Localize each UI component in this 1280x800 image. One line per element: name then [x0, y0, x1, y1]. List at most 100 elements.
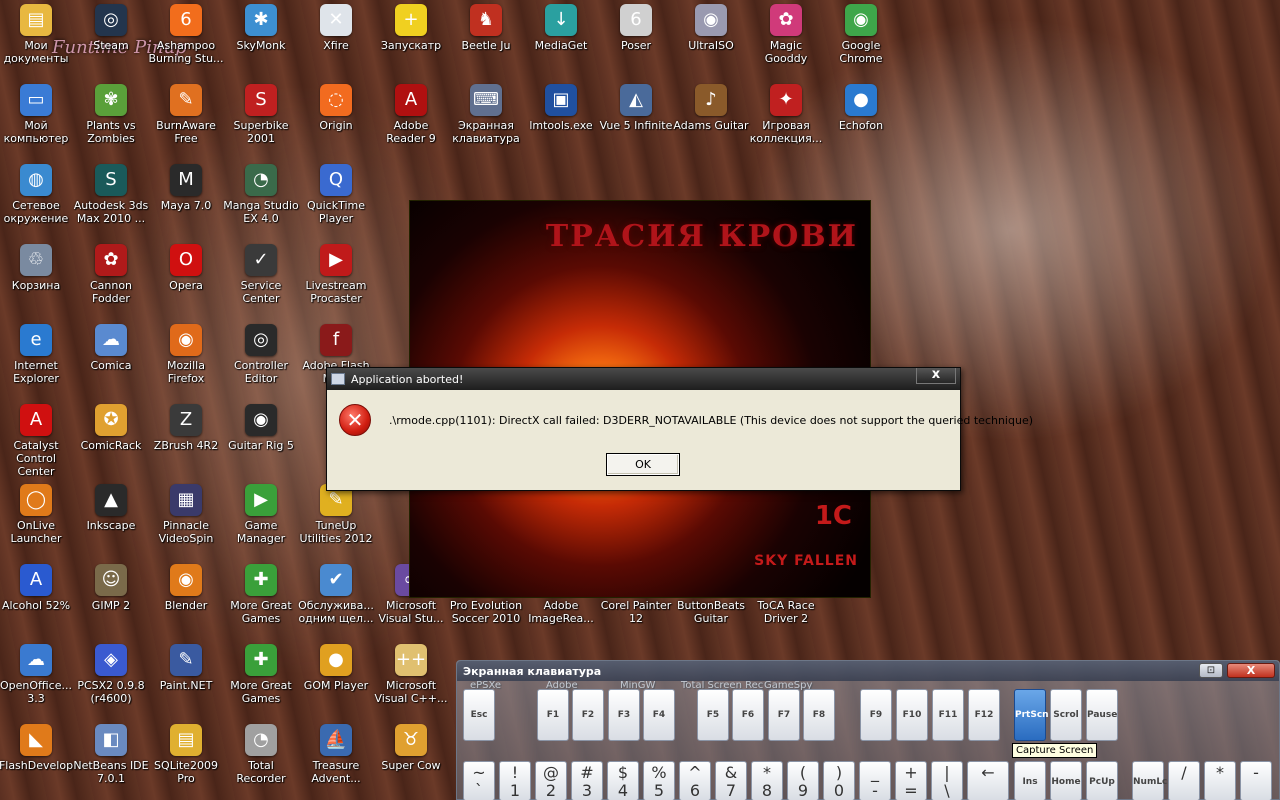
- key-number-row[interactable]: ^ 6: [679, 761, 711, 800]
- key-f12[interactable]: F12: [968, 689, 1000, 741]
- desktop-shortcut[interactable]: e Internet Explorer: [0, 322, 74, 385]
- desktop-shortcut[interactable]: ✔ Обслужива... одним щел...: [298, 562, 374, 625]
- desktop-shortcut[interactable]: ▲ Inkscape: [73, 482, 149, 532]
- key-number-row[interactable]: NumLc: [1132, 761, 1167, 800]
- desktop-shortcut[interactable]: ● GOM Player: [298, 642, 374, 692]
- desktop-shortcut[interactable]: ▣ lmtools.exe: [523, 82, 599, 132]
- desktop-shortcut[interactable]: A Adobe Reader 9: [373, 82, 449, 145]
- key-number-row[interactable]: | \: [931, 761, 963, 800]
- key-f4[interactable]: F4: [643, 689, 675, 741]
- desktop-shortcut[interactable]: ▦ Pinnacle VideoSpin: [148, 482, 224, 545]
- key-number-row[interactable]: ~ `: [463, 761, 495, 800]
- keyboard-titlebar[interactable]: Экранная клавиатура: [457, 661, 1279, 681]
- desktop-shortcut[interactable]: ▶ Livestream Procaster: [298, 242, 374, 305]
- key-number-row[interactable]: -: [1240, 761, 1272, 800]
- key-number-row[interactable]: ←: [967, 761, 1009, 800]
- desktop-shortcut[interactable]: ✿ Cannon Fodder: [73, 242, 149, 305]
- key-f1[interactable]: F1: [537, 689, 569, 741]
- desktop-shortcut[interactable]: ◍ Сетевое окружение: [0, 162, 74, 225]
- desktop-shortcut[interactable]: ⛵ Treasure Advent...: [298, 722, 374, 785]
- desktop-shortcut[interactable]: M Maya 7.0: [148, 162, 224, 212]
- key-pause[interactable]: Pause: [1086, 689, 1118, 741]
- desktop-shortcut[interactable]: ✕ Xfire: [298, 2, 374, 52]
- desktop-shortcut[interactable]: ☁ OpenOffice... 3.3: [0, 642, 74, 705]
- key-f2[interactable]: F2: [572, 689, 604, 741]
- key-f11[interactable]: F11: [932, 689, 964, 741]
- desktop-shortcut[interactable]: A Alcohol 52%: [0, 562, 74, 612]
- key-esc[interactable]: Esc: [463, 689, 495, 741]
- ok-button[interactable]: OK: [606, 453, 680, 476]
- key-f9[interactable]: F9: [860, 689, 892, 741]
- key-f6[interactable]: F6: [732, 689, 764, 741]
- desktop-shortcut[interactable]: ◉ Guitar Rig 5: [223, 402, 299, 452]
- desktop-shortcut[interactable]: 6 Ashampoo Burning Stu...: [148, 2, 224, 65]
- desktop-shortcut[interactable]: ✿ Magic Gooddy: [748, 2, 824, 65]
- desktop-shortcut[interactable]: + Запускатр: [373, 2, 449, 52]
- key-number-row[interactable]: *: [1204, 761, 1236, 800]
- desktop-shortcut[interactable]: ⌨ Экранная клавиатура: [448, 82, 524, 145]
- desktop-shortcut[interactable]: ♲ Корзина: [0, 242, 74, 292]
- key-f3[interactable]: F3: [608, 689, 640, 741]
- desktop-shortcut[interactable]: ▭ Мой компьютер: [0, 82, 74, 145]
- desktop-shortcut[interactable]: ◣ FlashDevelop: [0, 722, 74, 772]
- desktop-shortcut[interactable]: ✚ More Great Games: [223, 562, 299, 625]
- desktop-shortcut[interactable]: ✎ BurnAware Free: [148, 82, 224, 145]
- key-number-row[interactable]: ) 0: [823, 761, 855, 800]
- desktop-shortcut[interactable]: ☁ Comica: [73, 322, 149, 372]
- desktop-shortcut[interactable]: ◉ Mozilla Firefox: [148, 322, 224, 385]
- desktop-shortcut[interactable]: ++ Microsoft Visual C++...: [373, 642, 449, 705]
- desktop-shortcut[interactable]: ✓ Service Center: [223, 242, 299, 305]
- dialog-close-button[interactable]: x: [916, 368, 956, 384]
- key-f10[interactable]: F10: [896, 689, 928, 741]
- key-number-row[interactable]: _ -: [859, 761, 891, 800]
- desktop-shortcut[interactable]: Z ZBrush 4R2: [148, 402, 224, 452]
- desktop-shortcut[interactable]: ▤ Мои документы: [0, 2, 74, 65]
- desktop-shortcut[interactable]: S Autodesk 3ds Max 2010 ...: [73, 162, 149, 225]
- desktop-shortcut[interactable]: A Catalyst Control Center: [0, 402, 74, 478]
- key-number-row[interactable]: & 7: [715, 761, 747, 800]
- desktop-shortcut[interactable]: Q QuickTime Player: [298, 162, 374, 225]
- key-number-row[interactable]: PcUp: [1086, 761, 1118, 800]
- key-number-row[interactable]: @ 2: [535, 761, 567, 800]
- desktop-shortcut[interactable]: ♪ Adams Guitar: [673, 82, 749, 132]
- desktop-shortcut[interactable]: ✪ ComicRack: [73, 402, 149, 452]
- desktop-shortcut[interactable]: ◉ UltraISO: [673, 2, 749, 52]
- desktop-shortcut[interactable]: ◎ Controller Editor: [223, 322, 299, 385]
- desktop-shortcut[interactable]: ● Echofon: [823, 82, 899, 132]
- key-f5[interactable]: F5: [697, 689, 729, 741]
- desktop-shortcut[interactable]: ✚ More Great Games: [223, 642, 299, 705]
- desktop-shortcut[interactable]: ♉ Super Cow: [373, 722, 449, 772]
- desktop-shortcut[interactable]: ✾ Plants vs Zombies: [73, 82, 149, 145]
- desktop-shortcut[interactable]: ▶ Game Manager: [223, 482, 299, 545]
- desktop-shortcut[interactable]: ◔ Manga Studio EX 4.0: [223, 162, 299, 225]
- desktop-shortcut[interactable]: ✎ TuneUp Utilities 2012: [298, 482, 374, 545]
- desktop-shortcut[interactable]: ♞ Beetle Ju: [448, 2, 524, 52]
- key-number-row[interactable]: # 3: [571, 761, 603, 800]
- key-number-row[interactable]: $ 4: [607, 761, 639, 800]
- desktop-shortcut[interactable]: S Superbike 2001: [223, 82, 299, 145]
- key-number-row[interactable]: Home: [1050, 761, 1082, 800]
- desktop-shortcut[interactable]: ✦ Игровая коллекция...: [748, 82, 824, 145]
- desktop-shortcut[interactable]: ◉ Blender: [148, 562, 224, 612]
- desktop-shortcut[interactable]: ◉ Google Chrome: [823, 2, 899, 65]
- key-number-row[interactable]: + =: [895, 761, 927, 800]
- desktop-shortcut[interactable]: ▤ SQLite2009 Pro: [148, 722, 224, 785]
- key-number-row[interactable]: * 8: [751, 761, 783, 800]
- desktop-shortcut[interactable]: ◌ Origin: [298, 82, 374, 132]
- desktop-shortcut[interactable]: ✎ Paint.NET: [148, 642, 224, 692]
- keyboard-close-button[interactable]: X: [1227, 663, 1275, 678]
- desktop-shortcut[interactable]: 6 Poser: [598, 2, 674, 52]
- desktop-shortcut[interactable]: ◈ PCSX2 0.9.8 (r4600): [73, 642, 149, 705]
- pin-icon[interactable]: ⊡: [1199, 663, 1223, 678]
- desktop-shortcut[interactable]: ☺ GIMP 2: [73, 562, 149, 612]
- key-number-row[interactable]: % 5: [643, 761, 675, 800]
- key-number-row[interactable]: ( 9: [787, 761, 819, 800]
- key-number-row[interactable]: ! 1: [499, 761, 531, 800]
- key-number-row[interactable]: /: [1168, 761, 1200, 800]
- key-number-row[interactable]: Ins: [1014, 761, 1046, 800]
- desktop-shortcut[interactable]: ◎ Steam: [73, 2, 149, 52]
- key-prtscn[interactable]: PrtScn: [1014, 689, 1049, 741]
- desktop-shortcut[interactable]: ◯ OnLive Launcher: [0, 482, 74, 545]
- desktop-shortcut[interactable]: ◔ Total Recorder: [223, 722, 299, 785]
- dialog-titlebar[interactable]: Application aborted!: [327, 368, 960, 390]
